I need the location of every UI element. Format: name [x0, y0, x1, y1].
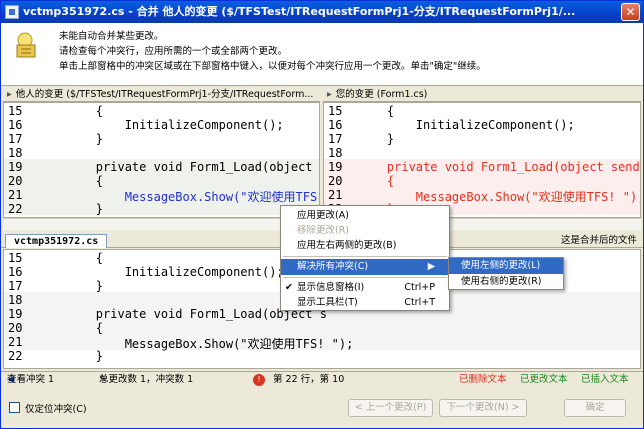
line-number: 20 [8, 321, 23, 335]
menu-item-use-right[interactable]: 使用右侧的更改(R) [449, 274, 563, 290]
legend-changed: 已更改文本 [520, 374, 568, 385]
line-number: 17 [328, 132, 343, 146]
code-line: private void Form1_Load(object sender, [95, 160, 313, 174]
line-number: 18 [8, 146, 23, 160]
code-line: } [38, 279, 104, 293]
window-title: vctmp351972.cs - 合并 他人的变更 ($/TFSTest/ITR… [23, 5, 576, 18]
info-line-1: 未能自动合并某些更改。 [59, 31, 164, 42]
line-number: 16 [8, 118, 23, 132]
code-line: } [38, 202, 104, 216]
cursor-position: 第 22 行，第 10 [273, 374, 345, 385]
merge-info-icon [16, 32, 36, 58]
line-number: 22 [8, 202, 23, 216]
line-number: 17 [8, 279, 23, 293]
ok-button[interactable]: 确定 [564, 399, 626, 417]
code-line: } [38, 132, 104, 146]
menu-item-show-toolbar[interactable]: 显示工具栏(T) Ctrl+T [281, 295, 449, 311]
left-h-scrollbar[interactable] [3, 218, 320, 230]
menu-item-show-info[interactable]: ✔ 显示信息窗格(I) Ctrl+P [281, 280, 449, 296]
code-line: InitializeComponent(); [358, 118, 575, 132]
line-number: 19 [8, 307, 23, 321]
button-bar: 仅定位冲突(C) < 上一个更改(P) 下一个更改(N) > 确定 [1, 389, 643, 428]
collapse-arrow-icon[interactable]: ▸ [327, 87, 332, 101]
menu-item-remove[interactable]: 移除更改(R) [281, 223, 449, 239]
code-line: InitializeComponent(); [38, 265, 284, 279]
code-line: } [358, 132, 395, 146]
submenu-resolve: 使用左侧的更改(L) 使用右侧的更改(R) [448, 257, 564, 290]
info-line-3: 单击上部窗格中的冲突区域或在下部窗格中键入，以便对每个冲突行应用一个更改。单击"… [59, 61, 486, 72]
status-bar: ◀ 查看冲突 1 ✎ 总更改数 1，冲突数 1 ! 第 22 行，第 10 已删… [1, 371, 643, 387]
menu-item-apply-both[interactable]: 应用左右两侧的更改(B) [281, 238, 449, 254]
code-line: { [38, 251, 104, 265]
result-note: 这是合并后的文件 [560, 235, 637, 246]
next-change-button[interactable]: 下一个更改(N) > [439, 399, 527, 417]
legend-deleted: 已删除文本 [459, 374, 507, 385]
line-number: 16 [328, 118, 343, 132]
line-number: 19 [328, 160, 343, 174]
line-number: 20 [328, 174, 343, 188]
code-line: { [358, 174, 395, 188]
submenu-arrow-icon: ▶ [427, 261, 435, 272]
code-line: MessageBox.Show("欢迎使用TFS! "); [358, 190, 641, 204]
lock-conflict-checkbox[interactable] [9, 402, 20, 413]
line-number: 21 [8, 188, 23, 202]
line-number: 22 [8, 349, 23, 363]
code-line: { [38, 321, 104, 335]
code-line: InitializeComponent(); [38, 118, 284, 132]
menu-item-use-left[interactable]: 使用左侧的更改(L) [449, 258, 563, 274]
close-button[interactable]: ✕ [621, 3, 640, 21]
line-number: 19 [8, 160, 23, 174]
right-pane-header: ▸ 您的变更 (Form1.cs) [323, 87, 641, 102]
line-number: 15 [8, 104, 23, 118]
error-icon: ! [253, 374, 265, 386]
code-line: } [38, 349, 104, 363]
line-number: 18 [8, 293, 23, 307]
tab-result-file[interactable]: vctmp351972.cs [5, 234, 108, 248]
code-line: { [358, 104, 395, 118]
title-bar[interactable]: vctmp351972.cs - 合并 他人的变更 ($/TFSTest/ITR… [1, 1, 643, 23]
context-menu: 应用更改(A) 移除更改(R) 应用左右两侧的更改(B) 解决所有冲突(C) ▶ … [280, 205, 450, 311]
info-panel: 未能自动合并某些更改。 请检查每个冲突行，应用所需的一个或全部两个更改。 单击上… [1, 23, 643, 86]
info-line-2: 请检查每个冲突行，应用所需的一个或全部两个更改。 [59, 46, 288, 57]
legend-inserted: 已插入文本 [581, 374, 629, 385]
code-line: private void Form1_Load(object sender, E… [386, 160, 640, 174]
right-code-pane[interactable]: 15 {16 InitializeComponent(); 17 } 18 19 pr… [323, 102, 641, 218]
line-number: 18 [328, 146, 343, 160]
line-number: 15 [328, 104, 343, 118]
code-line: { [38, 174, 104, 188]
menu-item-apply[interactable]: 应用更改(A) [281, 208, 449, 224]
merge-window: vctmp351972.cs - 合并 他人的变更 ($/TFSTest/ITR… [0, 0, 644, 429]
code-line: { [38, 104, 104, 118]
line-number: 17 [8, 132, 23, 146]
menu-item-resolve-all[interactable]: 解决所有冲突(C) ▶ [281, 259, 449, 275]
left-code-pane[interactable]: 15 {16 InitializeComponent(); 17 } 18 19 pr… [3, 102, 320, 218]
line-number: 15 [8, 251, 23, 265]
app-icon [5, 5, 19, 19]
left-pane-header: ▸ 他人的变更 ($/TFSTest/ITRequestFormPrj1-分支/I… [3, 87, 320, 102]
line-number: 21 [8, 335, 23, 349]
line-number: 21 [328, 188, 343, 202]
collapse-arrow-icon[interactable]: ▸ [7, 87, 12, 101]
line-number: 20 [8, 174, 23, 188]
prev-change-button[interactable]: < 上一个更改(P) [348, 399, 433, 417]
lock-conflict-label: 仅定位冲突(C) [25, 404, 87, 415]
line-number: 16 [8, 265, 23, 279]
check-icon: ✔ [285, 282, 293, 293]
